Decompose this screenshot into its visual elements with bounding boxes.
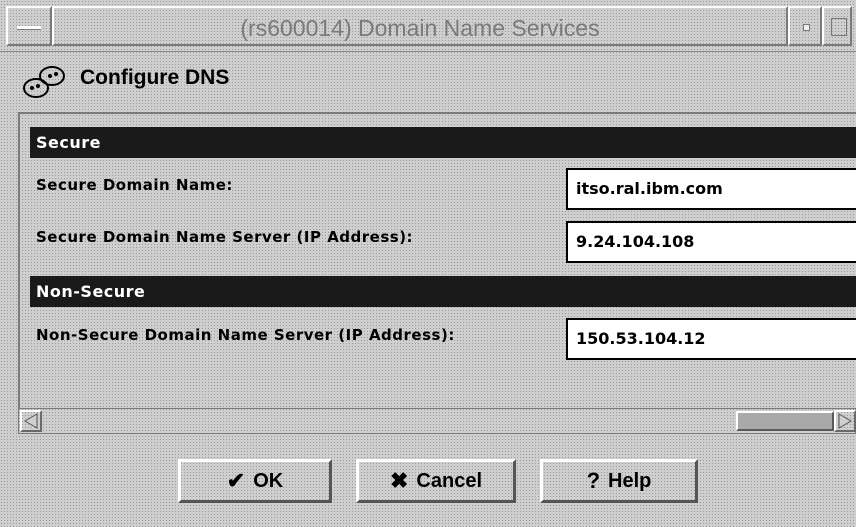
ok-label: OK <box>253 469 284 492</box>
arrow-left-icon <box>24 413 38 429</box>
ok-button[interactable]: ✔ OK <box>178 459 332 503</box>
window-menu-button[interactable] <box>6 6 52 46</box>
secure-dns-server-input[interactable]: 9.24.104.108 <box>566 221 856 263</box>
nonsecure-section-header: Non-Secure <box>30 276 856 307</box>
nonsecure-dns-server-input[interactable]: 150.53.104.12 <box>566 318 856 360</box>
help-button[interactable]: ? Help <box>540 459 698 503</box>
horizontal-scrollbar[interactable] <box>18 408 856 434</box>
secure-domain-name-input[interactable]: itso.ral.ibm.com <box>566 168 856 210</box>
dns-config-icon <box>23 66 65 98</box>
secure-dns-server-label: Secure Domain Name Server (IP Address): <box>36 228 414 246</box>
secure-section-header: Secure <box>30 127 856 158</box>
nonsecure-dns-server-label: Non-Secure Domain Name Server (IP Addres… <box>36 326 455 344</box>
maximize-button[interactable] <box>822 6 852 46</box>
cancel-button[interactable]: ✖ Cancel <box>356 459 516 503</box>
configure-dns-label: Configure DNS <box>80 66 230 89</box>
minimize-icon <box>803 24 810 31</box>
maximize-icon <box>831 18 847 36</box>
arrow-right-icon <box>838 413 852 429</box>
x-icon: ✖ <box>389 468 409 493</box>
scroll-right-button[interactable] <box>834 410 856 432</box>
window-title: (rs600014) Domain Name Services <box>52 6 788 46</box>
checkmark-icon: ✔ <box>226 468 246 493</box>
menu-dash-icon <box>17 26 41 30</box>
question-icon: ? <box>586 468 601 493</box>
help-label: Help <box>608 469 652 492</box>
scroll-thumb[interactable] <box>736 411 834 431</box>
secure-domain-name-label: Secure Domain Name: <box>36 176 233 194</box>
cancel-label: Cancel <box>416 469 483 492</box>
scroll-left-button[interactable] <box>20 410 42 432</box>
minimize-button[interactable] <box>788 6 822 46</box>
